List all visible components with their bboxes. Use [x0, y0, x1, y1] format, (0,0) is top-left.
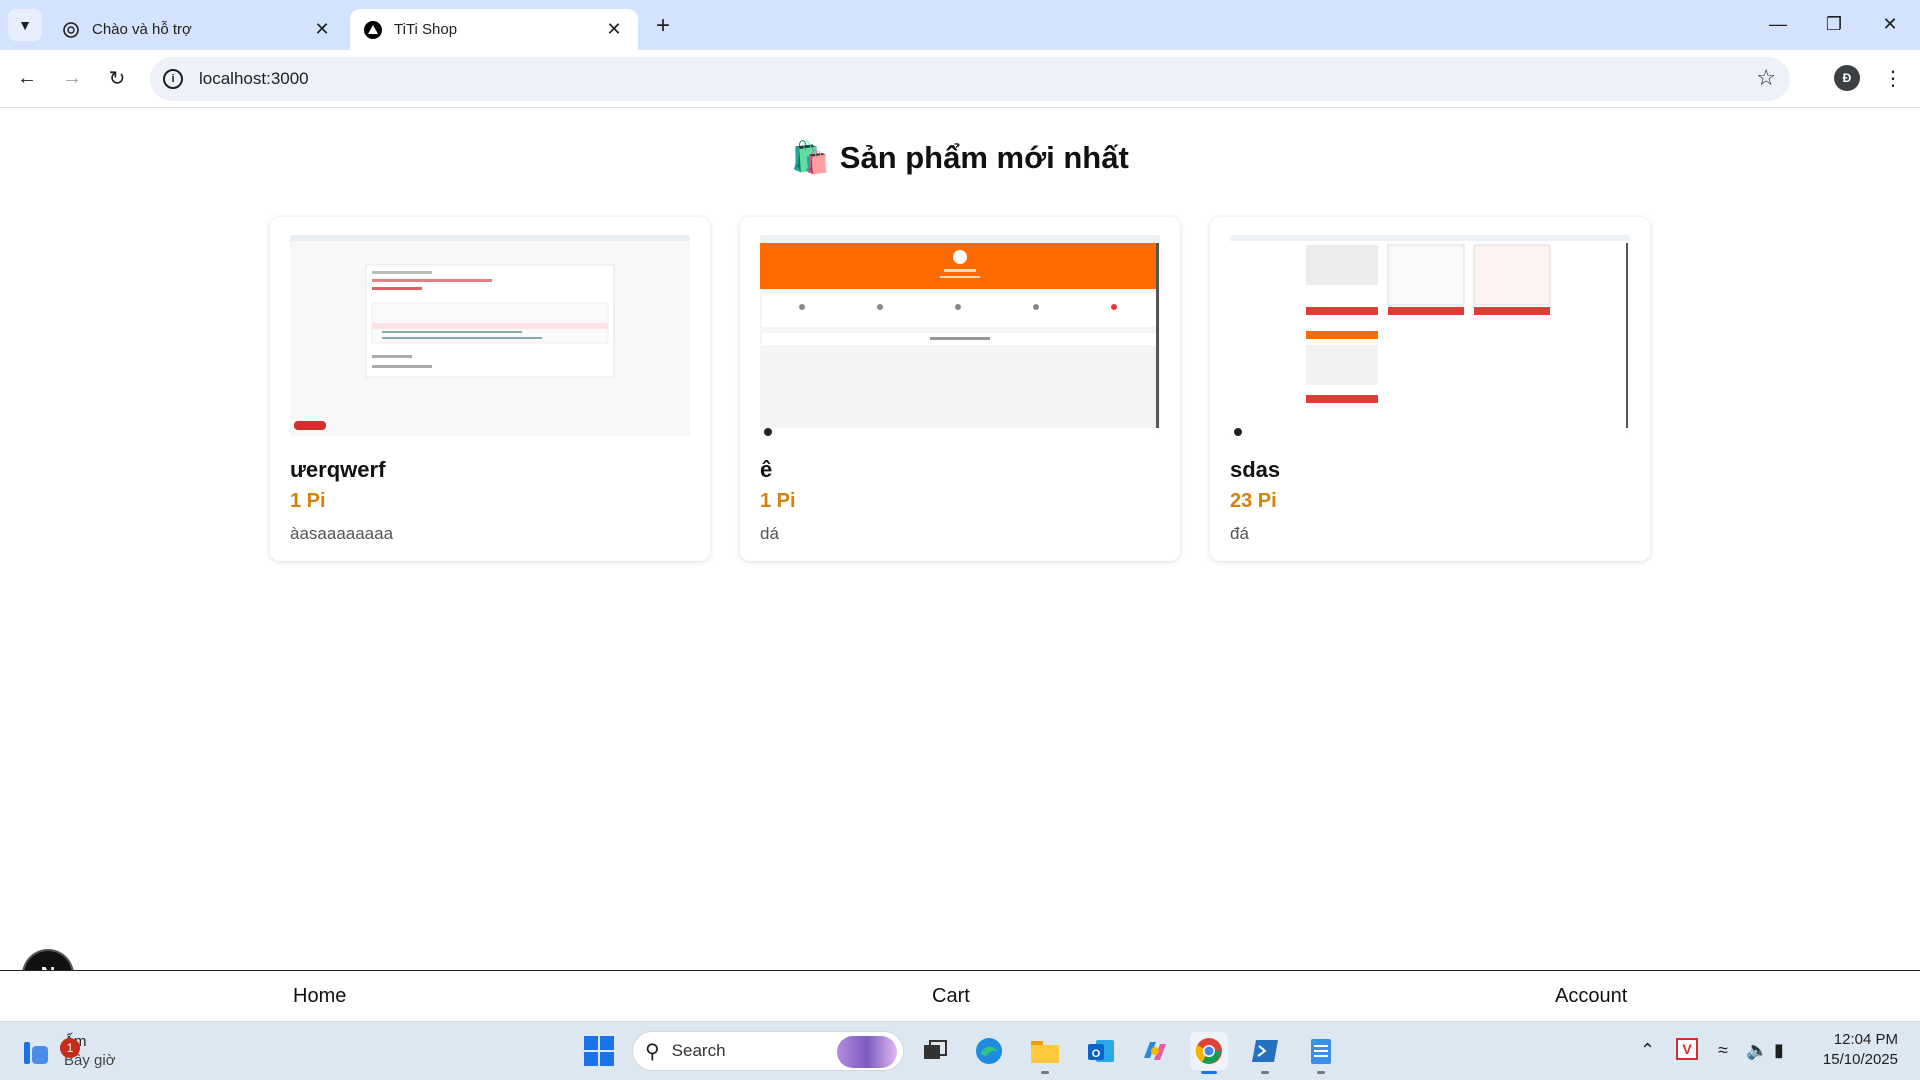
- shopping-bag-icon: 🛍️: [791, 140, 830, 175]
- back-button[interactable]: ←: [10, 61, 44, 95]
- search-icon: ⚲: [645, 1040, 660, 1063]
- copilot-icon[interactable]: [1136, 1032, 1174, 1070]
- product-image: [290, 235, 690, 436]
- product-name: ê: [760, 457, 773, 482]
- close-icon[interactable]: ✕: [604, 19, 624, 40]
- forward-button[interactable]: →: [55, 61, 89, 95]
- url-text[interactable]: localhost:3000: [199, 69, 309, 89]
- product-image: [760, 235, 1160, 436]
- tab-search-button[interactable]: ▼: [8, 9, 42, 41]
- product-description: àasaaaaaaaa: [290, 524, 394, 543]
- bookmark-star-icon[interactable]: ☆: [1756, 67, 1776, 89]
- product-card[interactable]: ưerqwerf 1 Pi àasaaaaaaaa: [270, 217, 710, 561]
- product-card[interactable]: ê 1 Pi dá: [740, 217, 1180, 561]
- reload-button[interactable]: ↻: [100, 61, 134, 95]
- weather-widget[interactable]: 1 Ấm Bây giờ: [22, 1032, 116, 1070]
- tab-chao-va-ho-tro[interactable]: Chào và hỗ trợ ✕: [48, 9, 346, 50]
- show-hidden-icons-icon[interactable]: ⌃: [1640, 1040, 1655, 1061]
- task-view-icon[interactable]: [916, 1032, 954, 1070]
- vercel-triangle-icon: [364, 20, 382, 39]
- product-price: 1 Pi: [760, 490, 796, 512]
- new-tab-button[interactable]: +: [648, 12, 678, 40]
- address-bar[interactable]: i localhost:3000 ☆: [150, 57, 1790, 101]
- openai-icon: [62, 21, 80, 39]
- arrow-right-icon: →: [62, 66, 82, 89]
- bottom-navigation: Home Cart Account: [0, 970, 1920, 1021]
- notification-badge: 1: [60, 1038, 80, 1058]
- battery-icon[interactable]: ▮: [1774, 1040, 1784, 1061]
- page-heading: Sản phẩm mới nhất: [839, 140, 1129, 175]
- site-info-icon[interactable]: i: [163, 69, 183, 89]
- browser-tab-bar: ▼ Chào và hỗ trợ ✕ TiTi Shop ✕ + — ❐ ✕: [0, 0, 1920, 50]
- clock-time: 12:04 PM: [1833, 1031, 1898, 1048]
- chevron-down-icon: ▼: [18, 17, 32, 33]
- minimize-button[interactable]: —: [1758, 8, 1798, 40]
- nav-home[interactable]: Home: [293, 985, 346, 1008]
- browser-menu-icon[interactable]: ⋮: [1878, 63, 1908, 93]
- system-clock[interactable]: 12:04 PM 15/10/2025: [1808, 1030, 1898, 1070]
- product-price: 1 Pi: [290, 490, 326, 512]
- search-placeholder: Search: [671, 1041, 726, 1060]
- product-name: ưerqwerf: [290, 457, 386, 482]
- search-highlight-image: [837, 1036, 897, 1068]
- reload-icon: ↻: [108, 67, 126, 90]
- edge-icon[interactable]: [970, 1032, 1008, 1070]
- close-icon[interactable]: ✕: [312, 19, 332, 40]
- tab-title: Chào và hỗ trợ: [92, 21, 192, 38]
- nav-cart[interactable]: Cart: [932, 985, 970, 1008]
- product-name: sdas: [1230, 457, 1281, 482]
- powershell-icon[interactable]: [1246, 1032, 1284, 1074]
- browser-toolbar: ← → ↻ i localhost:3000 ☆ Đ ⋮: [0, 50, 1920, 108]
- notepad-icon[interactable]: [1302, 1032, 1340, 1074]
- vivaldi-tray-icon[interactable]: V: [1676, 1038, 1698, 1060]
- svg-text:O: O: [1092, 1048, 1101, 1060]
- tab-title: TiTi Shop: [394, 21, 458, 38]
- product-card[interactable]: sdas 23 Pi đá: [1210, 217, 1650, 561]
- arrow-left-icon: ←: [17, 66, 37, 89]
- profile-avatar[interactable]: Đ: [1834, 65, 1860, 91]
- page-title: 🛍️ Sản phẩm mới nhất: [0, 139, 1920, 176]
- restore-button[interactable]: ❐: [1814, 8, 1854, 40]
- product-image: [1230, 235, 1630, 436]
- close-window-button[interactable]: ✕: [1870, 8, 1910, 40]
- product-price: 23 Pi: [1230, 490, 1277, 512]
- product-description: dá: [760, 524, 779, 543]
- wifi-icon[interactable]: ≈: [1718, 1040, 1728, 1061]
- outlook-icon[interactable]: O: [1082, 1032, 1120, 1070]
- taskbar-search[interactable]: ⚲ Search: [632, 1031, 904, 1071]
- tab-titi-shop[interactable]: TiTi Shop ✕: [350, 9, 638, 50]
- weather-icon: [22, 1036, 52, 1066]
- chrome-icon[interactable]: [1190, 1032, 1228, 1074]
- clock-date: 15/10/2025: [1822, 1051, 1898, 1068]
- nav-account[interactable]: Account: [1555, 985, 1627, 1008]
- file-explorer-icon[interactable]: [1026, 1032, 1064, 1074]
- product-description: đá: [1230, 524, 1249, 543]
- page-content: 🛍️ Sản phẩm mới nhất ưerqwerf 1 Pi àasaa…: [0, 109, 1920, 971]
- windows-taskbar: 1 Ấm Bây giờ ⚲ Search O ⌃ V ≈ 🔈: [0, 1021, 1920, 1080]
- windows-start-icon[interactable]: [584, 1036, 614, 1066]
- volume-icon[interactable]: 🔈: [1746, 1040, 1768, 1061]
